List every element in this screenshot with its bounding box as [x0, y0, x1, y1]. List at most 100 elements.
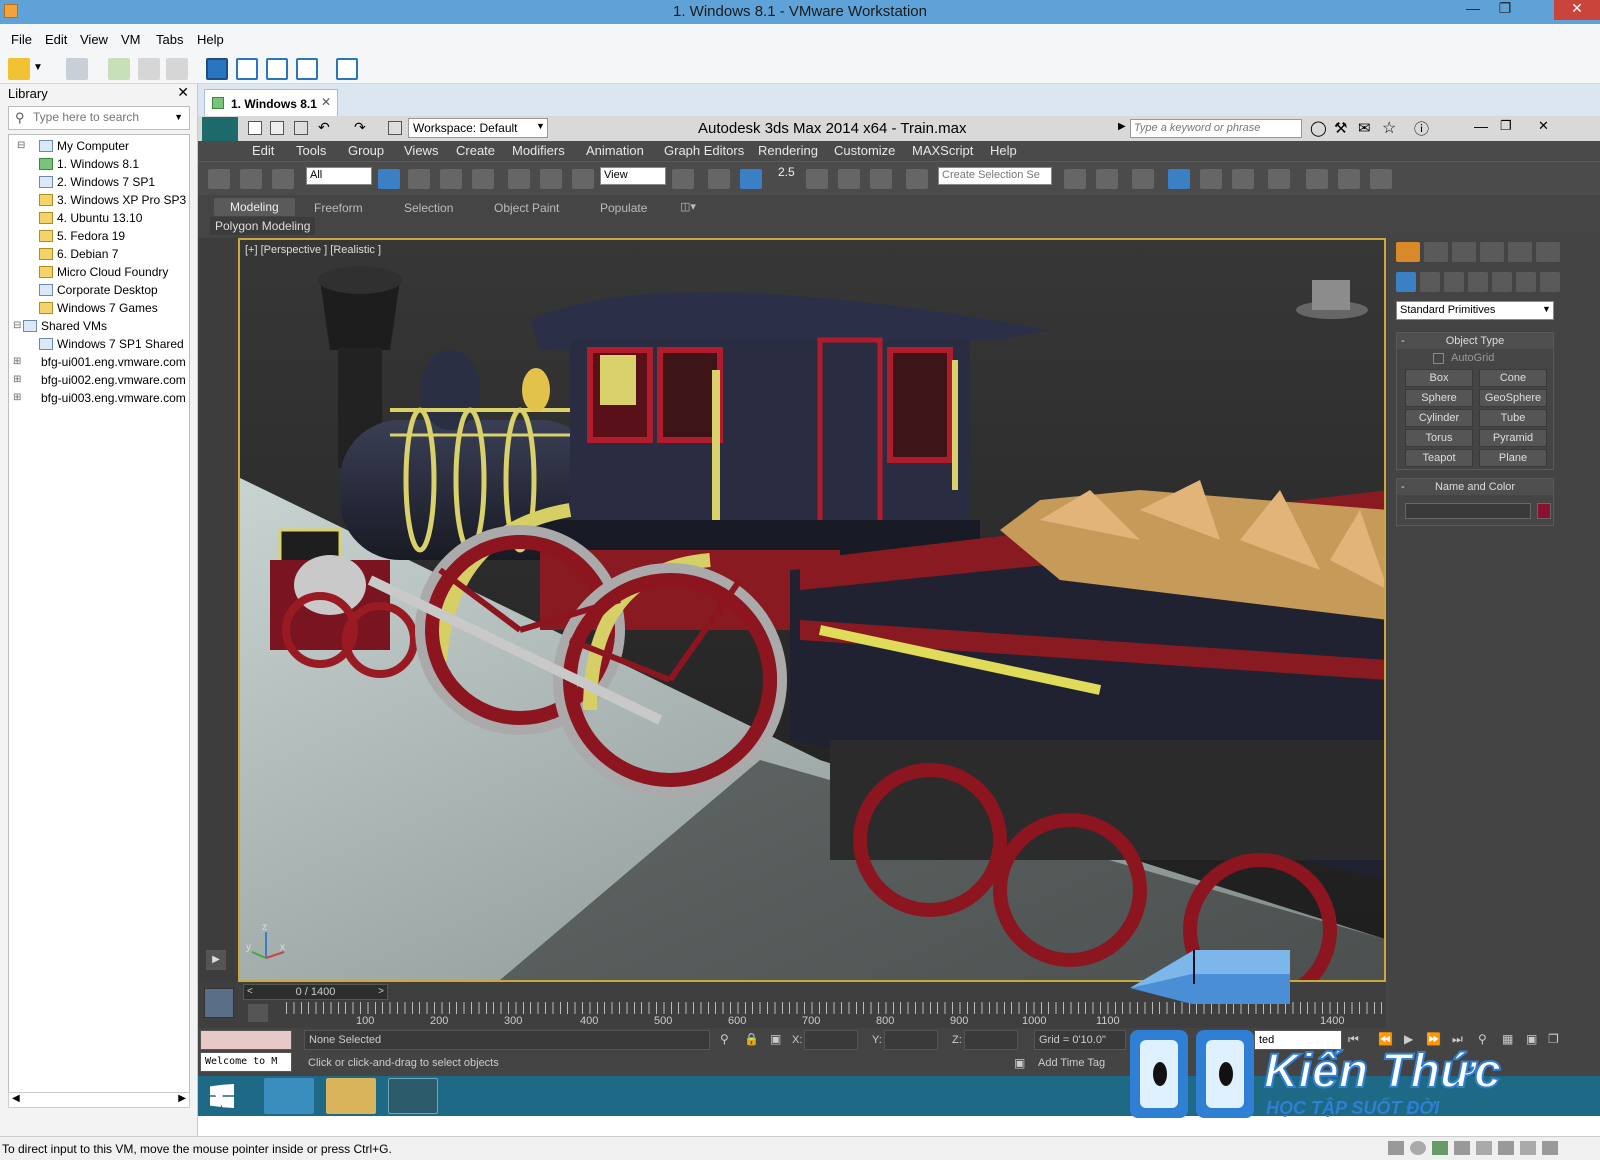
percent-snap-icon[interactable] [838, 169, 860, 189]
unity-icon[interactable] [296, 58, 318, 80]
mini-listener-icon[interactable] [204, 988, 234, 1018]
sound-card-icon[interactable] [1476, 1141, 1492, 1155]
object-name-input[interactable] [1405, 503, 1531, 519]
menu-view[interactable]: View [80, 32, 108, 47]
power-icon[interactable] [8, 58, 30, 80]
cd-dvd-icon[interactable] [1410, 1141, 1426, 1155]
scroll-right-icon[interactable]: ▶ [178, 1093, 186, 1104]
create-category-icons[interactable] [1396, 272, 1592, 294]
max-menu-views[interactable]: Views [404, 143, 438, 158]
tree-node-vm[interactable]: 2. Windows 7 SP1 [39, 173, 155, 191]
select-object-icon[interactable] [378, 169, 400, 189]
z-coordinate-field[interactable] [964, 1030, 1018, 1050]
curve-editor-icon[interactable] [1200, 169, 1222, 189]
toggle-layer-explorer-icon[interactable] [1132, 169, 1154, 189]
max-menu-maxscript[interactable]: MAXScript [912, 143, 973, 158]
3ds-max-taskbar-icon[interactable] [388, 1078, 438, 1114]
tree-node-remote-host[interactable]: ⊞ bfg-ui002.eng.vmware.com [13, 371, 186, 389]
thumbnail-bar-icon[interactable] [236, 58, 258, 80]
cone-button[interactable]: Cone [1479, 369, 1547, 387]
message-log-icon[interactable] [1542, 1141, 1558, 1155]
internet-explorer-taskbar-icon[interactable] [264, 1078, 314, 1114]
menu-help[interactable]: Help [197, 32, 224, 47]
new-file-icon[interactable] [248, 121, 262, 135]
time-slider[interactable]: < 0 / 1400 > [243, 984, 388, 1000]
keyword-search-input[interactable]: Type a keyword or phrase [1130, 119, 1302, 138]
primitive-dropdown-chevron-icon[interactable]: ▼ [1542, 304, 1551, 314]
workspace-dropdown[interactable]: Workspace: Default [408, 118, 548, 138]
time-tag-icon[interactable]: ▣ [1014, 1056, 1025, 1070]
search-input[interactable] [33, 110, 173, 124]
power-dropdown-icon[interactable]: ▼ [33, 62, 43, 73]
max-menu-graph-editors[interactable]: Graph Editors [664, 143, 744, 158]
help-icon[interactable]: ⓘ [1414, 118, 1429, 139]
next-frame-icon[interactable]: > [378, 985, 384, 999]
library-close-icon[interactable]: ✕ [177, 84, 189, 101]
send-keys-icon[interactable] [66, 58, 88, 80]
close-button[interactable]: ✕ [1554, 0, 1600, 20]
scroll-left-icon[interactable]: ◀ [12, 1093, 20, 1104]
keyboard-shortcut-override-icon[interactable] [740, 169, 762, 189]
printer-icon[interactable] [1498, 1141, 1514, 1155]
schematic-view-icon[interactable] [1232, 169, 1254, 189]
max-menu-edit[interactable]: Edit [252, 143, 274, 158]
ribbon-tab-populate[interactable]: Populate [600, 201, 647, 215]
max-minimize-icon[interactable]: — [1474, 118, 1488, 134]
max-menu-animation[interactable]: Animation [586, 143, 644, 158]
communication-icon[interactable]: ✉ [1358, 119, 1371, 137]
prev-frame-icon[interactable]: < [247, 985, 253, 999]
perspective-viewport[interactable]: [+] [Perspective ] [Realistic ] z y x [238, 238, 1386, 982]
plane-button[interactable]: Plane [1479, 449, 1547, 467]
library-search[interactable]: ⚲ ▼ [8, 106, 190, 130]
tree-node-vm[interactable]: 6. Debian 7 [39, 245, 118, 263]
tree-node-vm[interactable]: 5. Fedora 19 [39, 227, 125, 245]
undo-icon[interactable]: ↶ [318, 119, 330, 136]
max-app-icon[interactable] [202, 117, 238, 141]
tree-node-vm[interactable]: Corporate Desktop [39, 281, 158, 299]
file-explorer-taskbar-icon[interactable] [326, 1078, 376, 1114]
hard-disk-icon[interactable] [1388, 1141, 1404, 1155]
max-menu-rendering[interactable]: Rendering [758, 143, 818, 158]
x-coordinate-field[interactable] [804, 1030, 858, 1050]
project-folder-icon[interactable] [388, 121, 402, 135]
autogrid-checkbox[interactable] [1433, 353, 1444, 364]
isolate-selection-icon[interactable]: ⚲ [720, 1032, 729, 1046]
ribbon-tab-freeform[interactable]: Freeform [314, 201, 363, 215]
menu-vm[interactable]: VM [121, 32, 141, 47]
angle-snap-icon[interactable] [806, 169, 828, 189]
subscription-icon[interactable]: ⚒ [1334, 119, 1347, 137]
sphere-button[interactable]: Sphere [1405, 389, 1473, 407]
reference-coordinate-dropdown[interactable]: View [600, 167, 666, 185]
max-menu-help[interactable]: Help [990, 143, 1017, 158]
tree-node-vm[interactable]: 1. Windows 8.1 [39, 155, 139, 173]
named-selection-set-dropdown[interactable]: Create Selection Se [938, 167, 1052, 185]
window-crossing-icon[interactable] [472, 169, 494, 189]
tree-node-vm[interactable]: Windows 7 Games [39, 299, 158, 317]
max-close-icon[interactable]: ✕ [1538, 118, 1549, 134]
max-menu-tools[interactable]: Tools [296, 143, 326, 158]
select-manipulate-icon[interactable] [708, 169, 730, 189]
command-panel-tabs[interactable] [1396, 242, 1592, 264]
tree-node-vm[interactable]: Micro Cloud Foundry [39, 263, 168, 281]
rectangular-selection-icon[interactable] [440, 169, 462, 189]
tree-node-shared-vms[interactable]: ⊟ Shared VMs [13, 317, 107, 335]
align-icon[interactable] [1096, 169, 1118, 189]
tab-close-icon[interactable]: ✕ [321, 95, 331, 109]
tab-windows-8-1[interactable]: 1. Windows 8.1 ✕ [204, 89, 338, 116]
ribbon-options-icon[interactable]: ◫▾ [680, 200, 696, 213]
rendered-frame-window-icon[interactable] [1338, 169, 1360, 189]
rotate-icon[interactable] [540, 169, 562, 189]
max-restore-icon[interactable]: ❐ [1500, 118, 1512, 134]
library-horizontal-scrollbar[interactable]: ◀ ▶ [8, 1092, 190, 1108]
max-menu-group[interactable]: Group [348, 143, 384, 158]
add-time-tag[interactable]: Add Time Tag [1034, 1054, 1126, 1074]
tree-node-vm[interactable]: Windows 7 SP1 Shared [39, 335, 184, 353]
display-icon[interactable] [1520, 1141, 1536, 1155]
binoculars-icon[interactable]: ◯ [1310, 119, 1327, 137]
restore-button[interactable]: ❐ [1490, 0, 1520, 20]
viewport-label[interactable]: [+] [Perspective ] [Realistic ] [245, 244, 381, 256]
selection-filter-dropdown[interactable]: All [306, 167, 372, 185]
console-view-icon[interactable] [336, 58, 358, 80]
redo-icon[interactable]: ↷ [354, 119, 366, 136]
maxscript-listener-input[interactable] [200, 1030, 292, 1050]
